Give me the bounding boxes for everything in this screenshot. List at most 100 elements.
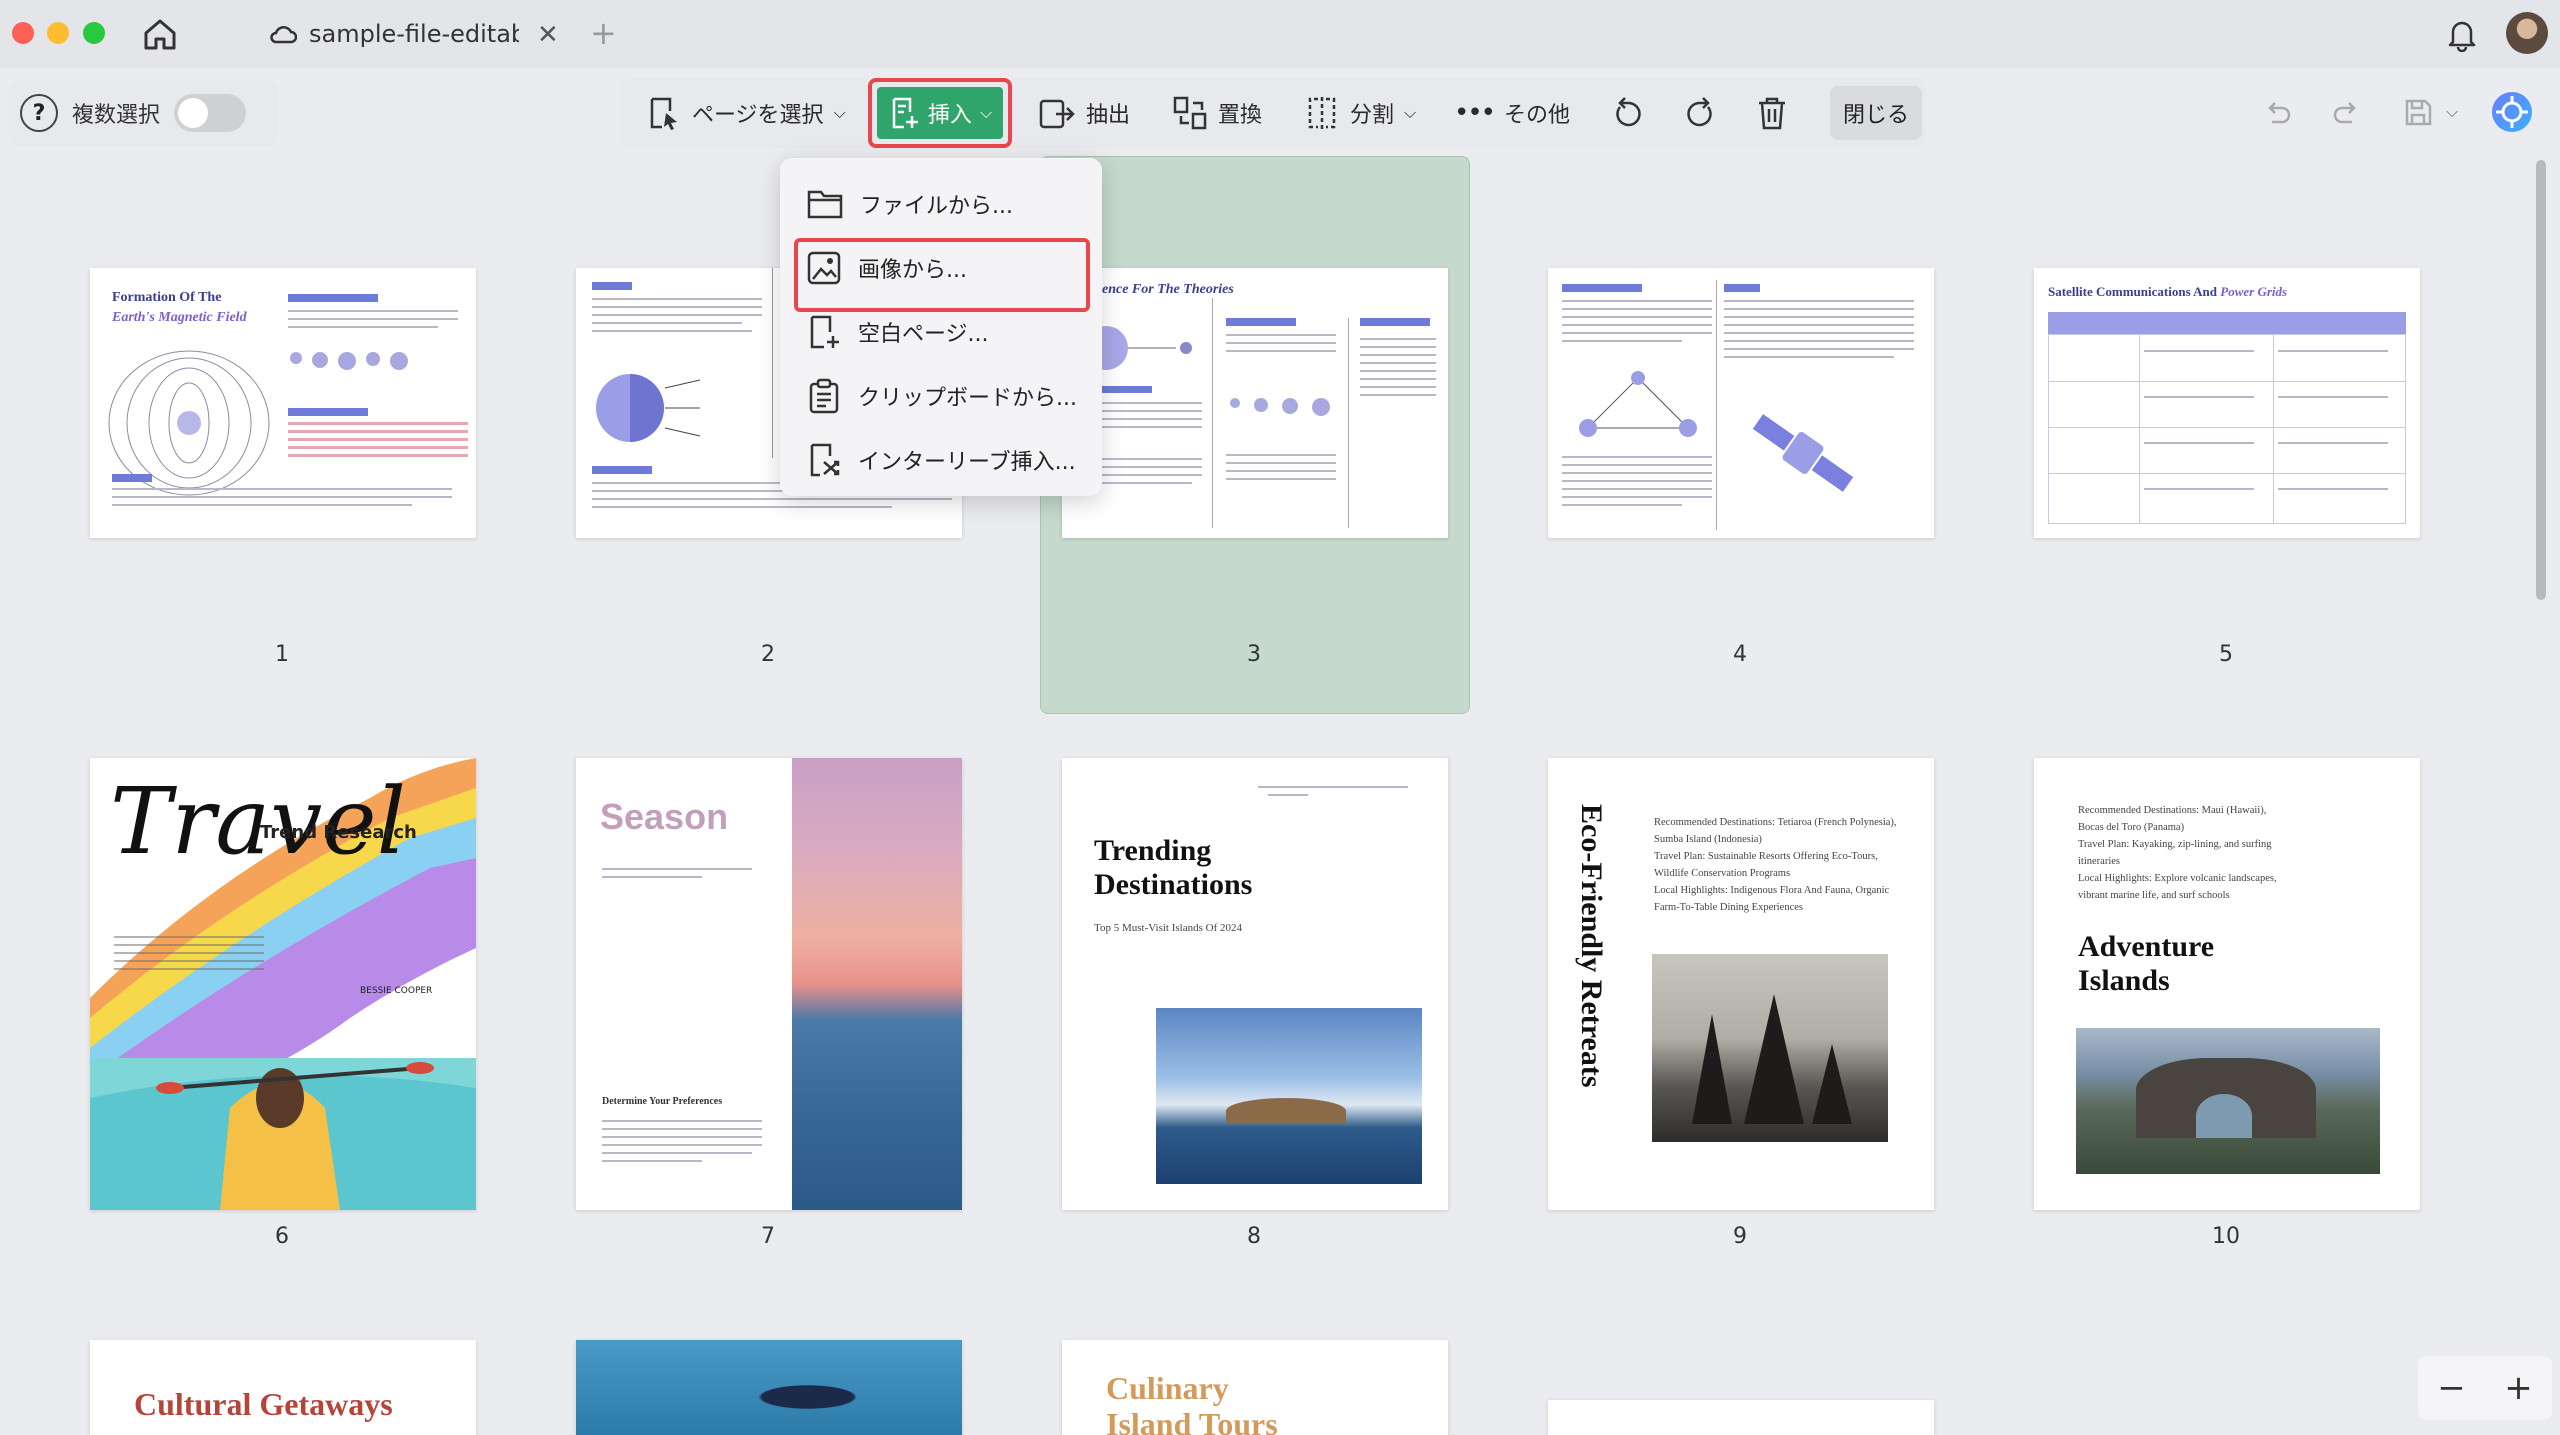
- select-pages-button[interactable]: ページを選択 ⌵: [646, 78, 846, 148]
- split-label: 分割: [1350, 103, 1395, 128]
- page-thumbnail-12[interactable]: [576, 1340, 962, 1435]
- page-13-title: Culinary Island Tours: [1106, 1370, 1278, 1435]
- page-thumbnail-7[interactable]: Season Determine Your Preferences: [576, 758, 962, 1210]
- rotate-right-button[interactable]: [1682, 78, 1718, 148]
- close-window-button[interactable]: [12, 22, 34, 44]
- ai-assistant-icon: [2492, 92, 2532, 132]
- interleave-icon: [810, 443, 840, 477]
- more-button[interactable]: ••• その他: [1454, 78, 1570, 148]
- insert-page-icon: [892, 97, 918, 129]
- page-number-4: 4: [1733, 642, 1747, 667]
- replace-label: 置換: [1218, 103, 1263, 128]
- split-button[interactable]: 分割 ⌵: [1304, 78, 1416, 148]
- vertical-scrollbar[interactable]: [2536, 160, 2546, 600]
- page-thumbnail-8[interactable]: Trending Destinations Top 5 Must-Visit I…: [1062, 758, 1448, 1210]
- page-thumbnail-6[interactable]: Travel Trend Research BESSIE COOPER: [90, 758, 476, 1210]
- menu-item-blank-page[interactable]: 空白ページ...: [780, 300, 1102, 364]
- page-number-10: 10: [2212, 1224, 2240, 1249]
- close-button[interactable]: 閉じる: [1830, 86, 1922, 140]
- page-number-9: 9: [1733, 1224, 1747, 1249]
- undo-button[interactable]: [2262, 84, 2294, 140]
- replace-button[interactable]: 置換: [1172, 78, 1262, 148]
- page-3-title: ence For The Theories: [1102, 282, 1234, 297]
- multi-select-toggle[interactable]: [174, 94, 247, 132]
- folder-icon: [807, 190, 843, 219]
- undo-icon: [2268, 102, 2291, 124]
- redo-button[interactable]: [2330, 84, 2362, 140]
- menu-item-from-file[interactable]: ファイルから...: [780, 172, 1102, 236]
- menu-item-label: クリップボードから...: [858, 386, 1077, 411]
- rotate-right-icon: [1687, 97, 1712, 127]
- menu-item-from-image[interactable]: 画像から...: [780, 236, 1102, 312]
- extract-label: 抽出: [1086, 103, 1131, 128]
- sea-stacks-photo: [1652, 954, 1888, 1142]
- planet-diagram: [596, 374, 701, 442]
- page-number-3: 3: [1247, 642, 1261, 667]
- page-8-title: Trending Destinations: [1094, 834, 1253, 901]
- redo-icon: [2333, 102, 2356, 124]
- tab-close-icon[interactable]: ✕: [537, 20, 559, 50]
- page-1-title: Formation Of The: [112, 290, 222, 305]
- trash-icon: [1759, 97, 1785, 130]
- page-thumbnail-9[interactable]: Eco-Friendly Retreats Recommended Destin…: [1548, 758, 1934, 1210]
- page-thumbnail-10[interactable]: Recommended Destinations: Maui (Hawaii),…: [2034, 758, 2420, 1210]
- new-tab-icon[interactable]: +: [590, 14, 617, 52]
- image-icon: [807, 251, 841, 285]
- ellipsis-icon: •••: [1454, 98, 1496, 128]
- home-icon[interactable]: [140, 14, 180, 54]
- page-9-title: Eco-Friendly Retreats: [1575, 804, 1608, 1088]
- avatar[interactable]: [2506, 12, 2548, 54]
- page-thumbnail-5[interactable]: Satellite Communications And Power Grids: [2034, 268, 2420, 538]
- clipboard-icon: [809, 378, 839, 414]
- island-photo: [1156, 1008, 1422, 1184]
- page-10-title: Adventure Islands: [2078, 930, 2215, 997]
- tab-title: sample-file-editable: [309, 20, 519, 48]
- insert-dropdown-menu: ファイルから... 画像から... 空白ページ... クリップボードから... …: [780, 158, 1102, 496]
- rotate-left-icon: [1616, 97, 1641, 127]
- page-7-title: Season: [600, 796, 729, 837]
- zoom-out-button[interactable]: −: [2437, 1368, 2466, 1408]
- select-page-icon: [650, 97, 677, 130]
- help-icon[interactable]: ?: [20, 94, 58, 132]
- zoom-in-button[interactable]: +: [2504, 1368, 2533, 1408]
- page-thumbnail-1[interactable]: Formation Of The Earth's Magnetic Field: [90, 268, 476, 538]
- page-thumbnail-13[interactable]: Culinary Island Tours: [1062, 1340, 1448, 1435]
- document-tab[interactable]: sample-file-editable ✕: [255, 8, 575, 60]
- page-thumbnail-4[interactable]: [1548, 268, 1934, 538]
- cloud-icon: [270, 26, 297, 44]
- page-5-title: Satellite Communications And Power Grids: [2048, 284, 2288, 299]
- satellite-illustration: [1752, 414, 1854, 492]
- page-thumbnail-11[interactable]: Cultural Getaways: [90, 1340, 476, 1435]
- blank-page-icon: [810, 315, 839, 349]
- page-number-8: 8: [1247, 1224, 1261, 1249]
- ai-assistant-button[interactable]: [2490, 84, 2534, 140]
- extract-icon: [1039, 99, 1075, 129]
- page-number-1: 1: [275, 642, 289, 667]
- triangle-diagram: [1579, 371, 1697, 437]
- multi-select-label: 複数選択: [72, 103, 161, 128]
- multi-select-group: ? 複数選択: [8, 80, 278, 146]
- menu-item-from-clipboard[interactable]: クリップボードから...: [780, 364, 1102, 428]
- zoom-window-button[interactable]: [83, 22, 105, 44]
- minimize-window-button[interactable]: [47, 22, 69, 44]
- menu-item-label: 画像から...: [858, 258, 967, 283]
- chevron-down-icon: ⌵: [2446, 102, 2459, 121]
- page-toolbar: ページを選択 ⌵ 抽出 置換 分割 ⌵ ••• その他: [620, 78, 1926, 148]
- page-8-subtitle: Top 5 Must-Visit Islands Of 2024: [1094, 922, 1242, 934]
- page-number-6: 6: [275, 1224, 289, 1249]
- delete-button[interactable]: [1754, 78, 1790, 148]
- page-9-text: Recommended Destinations: Tetiaroa (Fren…: [1654, 817, 1897, 913]
- menu-item-interleave[interactable]: インターリーブ挿入...: [780, 428, 1102, 492]
- menu-item-label: ファイルから...: [860, 194, 1013, 219]
- bell-icon[interactable]: [2444, 16, 2480, 52]
- page-7-section-title: Determine Your Preferences: [602, 1096, 723, 1107]
- page-10-text: Recommended Destinations: Maui (Hawaii),…: [2078, 805, 2277, 901]
- page-thumbnail-3[interactable]: ence For The Theories: [1062, 268, 1448, 538]
- extract-button[interactable]: 抽出: [1038, 78, 1130, 148]
- page-thumbnail-14[interactable]: [1548, 1400, 1934, 1435]
- save-button[interactable]: ⌵: [2402, 84, 2458, 140]
- insert-button[interactable]: 挿入 ⌵: [868, 78, 1012, 148]
- rotate-left-button[interactable]: [1610, 78, 1646, 148]
- chevron-down-icon: ⌵: [833, 103, 846, 122]
- page-number-5: 5: [2219, 642, 2233, 667]
